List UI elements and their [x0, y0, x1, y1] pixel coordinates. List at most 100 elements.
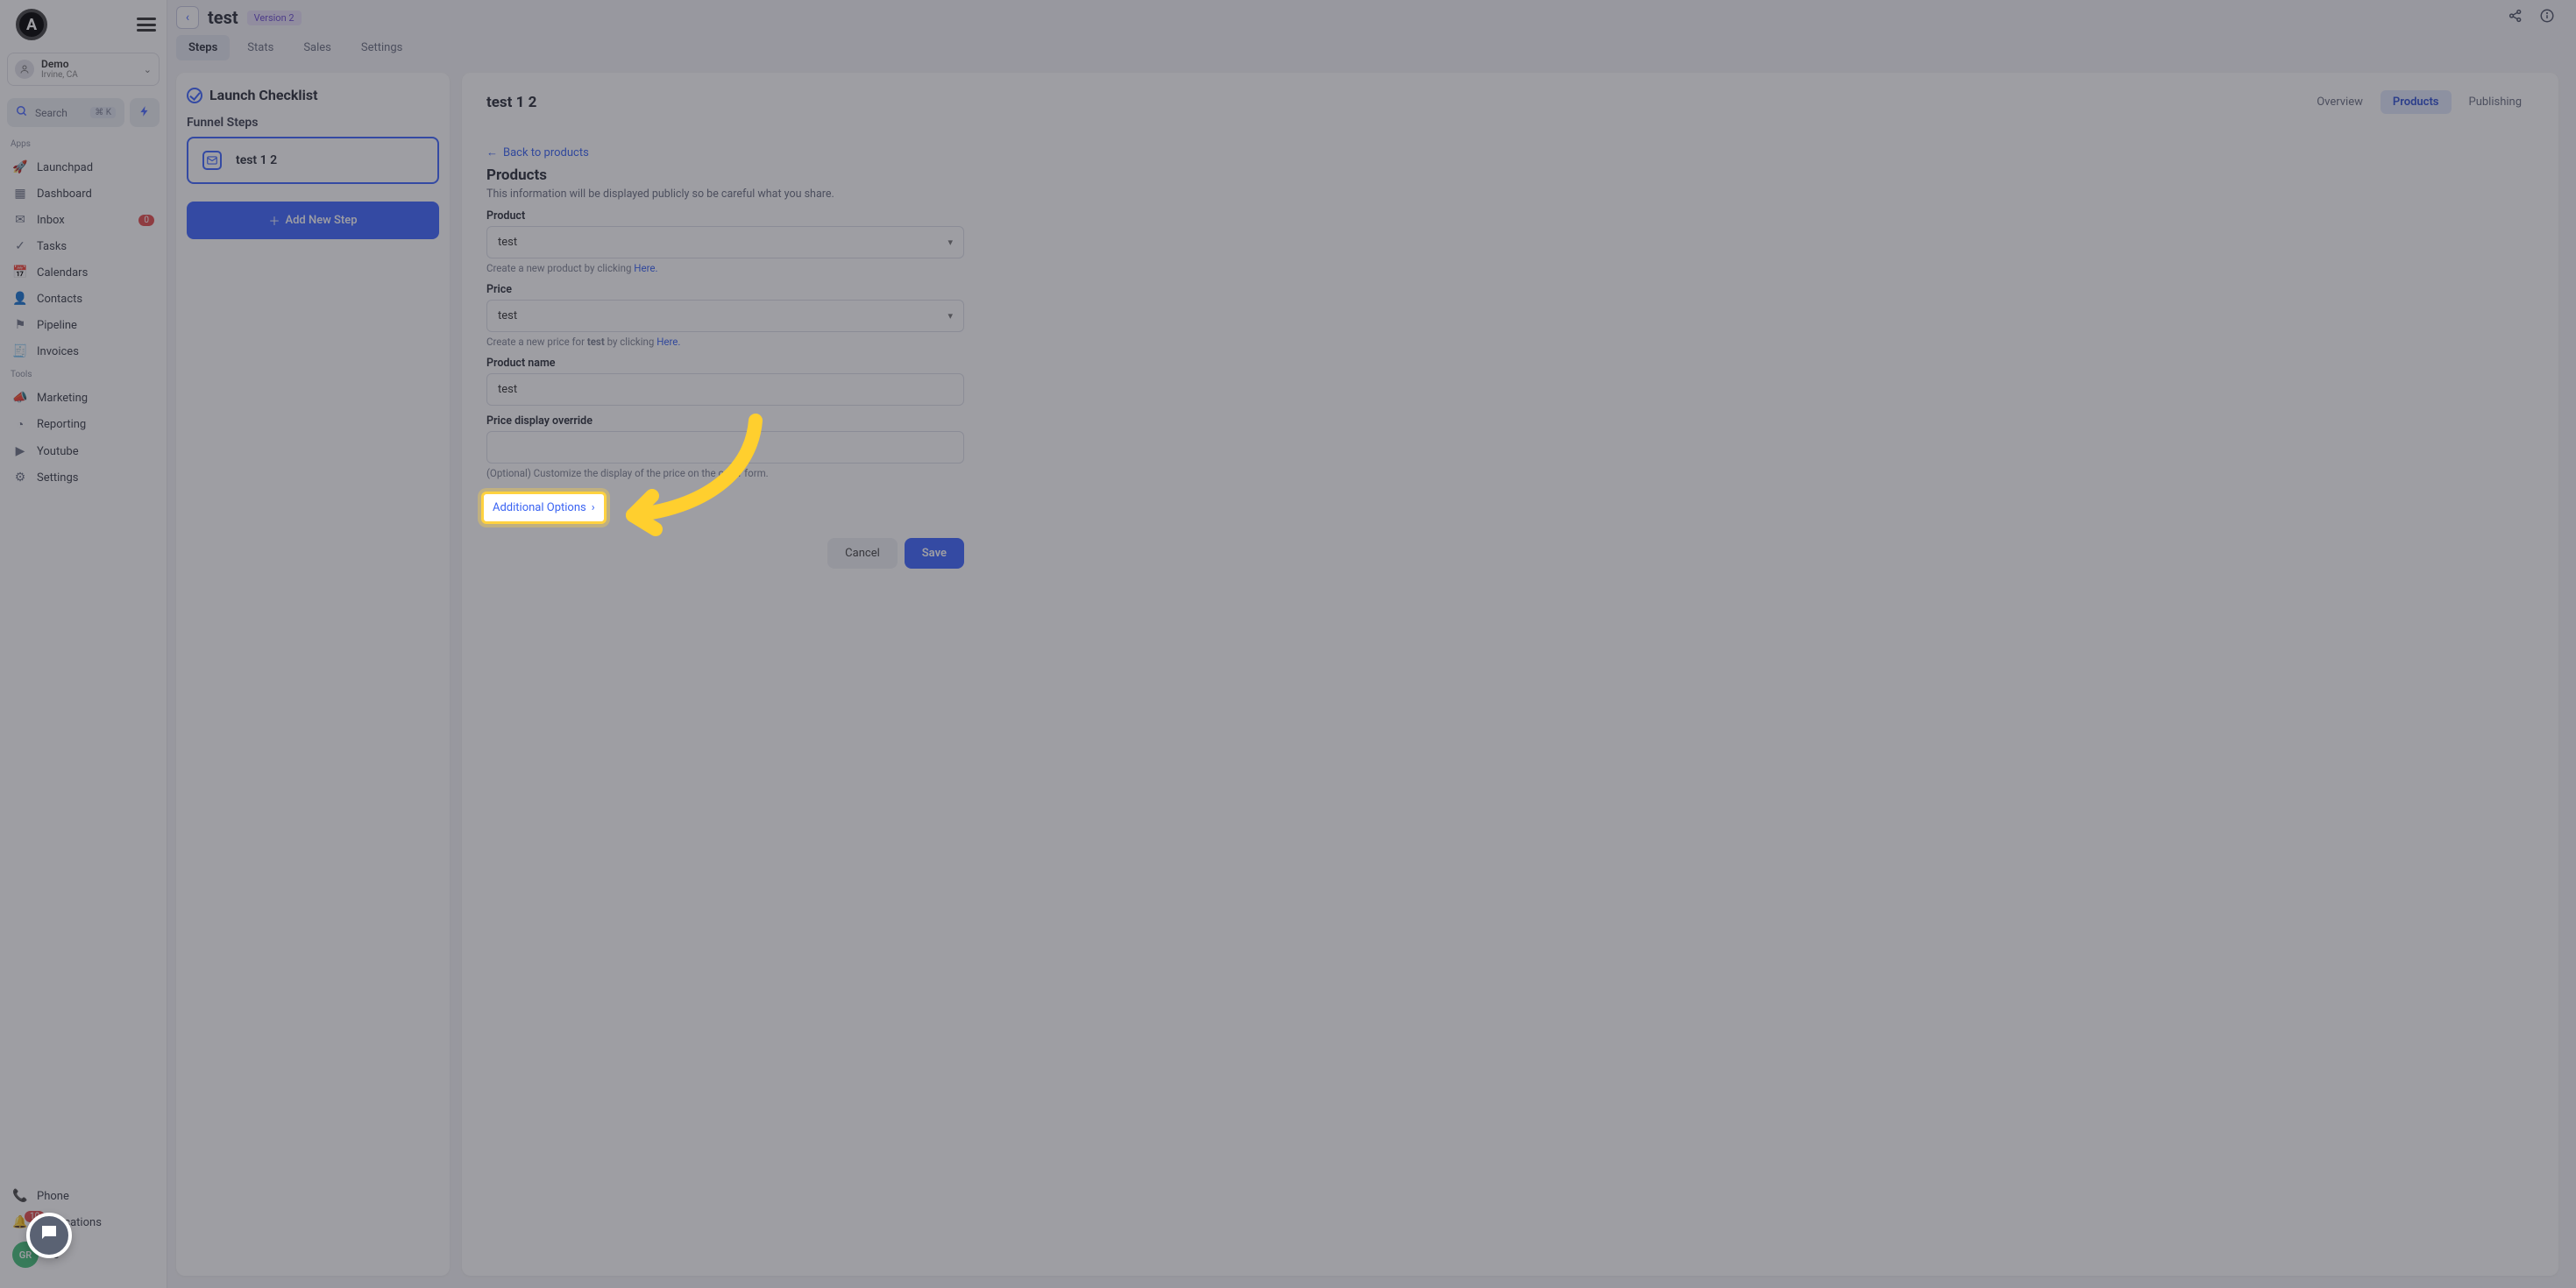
nav-inbox[interactable]: ✉Inbox0: [0, 207, 167, 233]
workspace-switcher[interactable]: Demo Irvine, CA ⌄: [7, 53, 160, 86]
chat-icon: [39, 1222, 60, 1249]
tasks-icon: ✓: [12, 239, 28, 253]
annotation-arrow-icon: [598, 412, 782, 543]
steps-panel: Launch Checklist Funnel Steps test 1 2 ＋…: [176, 73, 450, 1276]
main: ‹ test Version 2 Steps Stats Sales Setti…: [167, 0, 2576, 1288]
workspace-name: Demo: [41, 59, 137, 70]
back-link-label: Back to products: [503, 146, 589, 159]
chevron-right-icon: ›: [592, 501, 595, 514]
product-help: Create a new product by clicking Here.: [486, 262, 2534, 274]
version-chip: Version 2: [247, 11, 302, 25]
nav-invoices[interactable]: 🧾Invoices: [0, 338, 167, 364]
nav-contacts[interactable]: 👤 Contacts: [0, 286, 167, 312]
nav-label: Youtube: [37, 445, 79, 458]
mail-icon: [202, 151, 222, 170]
youtube-icon: ▶: [12, 444, 28, 458]
search-button[interactable]: Search ⌘ K: [7, 98, 124, 127]
funnel-steps-label: Funnel Steps: [187, 116, 439, 130]
topbar: ‹ test Version 2: [167, 0, 2576, 35]
inbox-icon: ✉: [12, 213, 28, 227]
arrow-left-icon: ←: [486, 145, 498, 159]
nav-profile[interactable]: GR ile: [0, 1235, 167, 1274]
price-value: test: [498, 309, 517, 322]
tab-overview[interactable]: Overview: [2304, 90, 2375, 114]
nav-phone[interactable]: 📞 Phone: [0, 1183, 167, 1209]
product-label: Product: [486, 209, 2534, 223]
add-step-button[interactable]: ＋ Add New Step: [187, 202, 439, 239]
info-button[interactable]: [2536, 4, 2558, 32]
nav-marketing[interactable]: 📣Marketing: [0, 385, 167, 411]
nav-tasks[interactable]: ✓ Tasks: [0, 233, 167, 259]
nav-calendars[interactable]: 📅Calendars: [0, 259, 167, 286]
additional-options-label: Additional Options: [493, 501, 586, 514]
products-desc: This information will be displayed publi…: [486, 188, 2534, 201]
price-select[interactable]: test ▾: [486, 300, 964, 332]
funnel-step-name: test 1 2: [236, 153, 277, 167]
nav-label: Contacts: [37, 293, 82, 306]
inbox-badge: 0: [138, 215, 154, 226]
nav-apps: 🚀Launchpad ▦Dashboard ✉Inbox0 ✓ Tasks 📅Ca…: [0, 152, 167, 366]
nav-pipeline[interactable]: ⚑Pipeline: [0, 312, 167, 338]
tab-products[interactable]: Products: [2381, 90, 2452, 114]
chart-icon: ◔: [12, 417, 28, 432]
nav-launchpad[interactable]: 🚀Launchpad: [0, 154, 167, 180]
nav-label: Tasks: [37, 240, 67, 253]
tab-stats[interactable]: Stats: [235, 35, 286, 60]
chat-widget[interactable]: [26, 1213, 72, 1258]
nav-reporting[interactable]: ◔ Reporting: [0, 411, 167, 438]
app-logo: A: [16, 9, 47, 40]
create-product-link[interactable]: Here.: [634, 262, 657, 274]
detail-panel: test 1 2 Overview Products Publishing ← …: [462, 73, 2558, 1276]
price-label: Price: [486, 283, 2534, 296]
search-label: Search: [35, 107, 83, 119]
quick-actions-button[interactable]: [130, 98, 160, 127]
price-help: Create a new price for test by clicking …: [486, 336, 2534, 348]
tab-steps[interactable]: Steps: [176, 35, 230, 60]
back-button[interactable]: ‹: [176, 6, 199, 29]
share-button[interactable]: [2504, 4, 2527, 32]
search-icon: [16, 104, 28, 121]
sidebar-footer: 📞 Phone 🔔Notifications10 GR ile: [0, 1179, 167, 1288]
price-override-help: (Optional) Customize the display of the …: [486, 467, 2534, 479]
nav-notifications[interactable]: 🔔Notifications10: [0, 1209, 167, 1235]
workspace-location: Irvine, CA: [41, 70, 137, 80]
save-button[interactable]: Save: [905, 538, 964, 569]
check-circle-icon: [187, 88, 202, 103]
cancel-button[interactable]: Cancel: [827, 538, 898, 569]
nav-label: Phone: [37, 1190, 69, 1203]
caret-down-icon: ▾: [947, 310, 953, 322]
add-step-label: Add New Step: [285, 214, 357, 227]
create-price-link[interactable]: Here.: [656, 336, 680, 348]
section-label-tools: Tools: [0, 366, 167, 383]
phone-icon: 📞: [12, 1189, 28, 1203]
megaphone-icon: 📣: [12, 391, 28, 405]
pipeline-icon: ⚑: [12, 318, 28, 332]
product-value: test: [498, 236, 517, 249]
nav-settings[interactable]: ⚙Settings: [0, 464, 167, 491]
rocket-icon: 🚀: [12, 160, 28, 174]
detail-title: test 1 2: [486, 94, 536, 111]
back-to-products-link[interactable]: ← Back to products: [486, 145, 589, 159]
price-override-label: Price display override: [486, 414, 2534, 428]
section-label-apps: Apps: [0, 136, 167, 152]
nav-label: Reporting: [37, 418, 86, 431]
tab-publishing[interactable]: Publishing: [2457, 90, 2535, 114]
detail-tabs: Overview Products Publishing: [2304, 90, 2534, 114]
chevron-down-icon: ⌄: [144, 64, 152, 75]
nav-dashboard[interactable]: ▦Dashboard: [0, 180, 167, 207]
product-name-input[interactable]: [486, 373, 964, 406]
dashboard-icon: ▦: [12, 187, 28, 201]
share-icon: [2508, 10, 2523, 28]
tab-sales[interactable]: Sales: [291, 35, 344, 60]
checklist-title: Launch Checklist: [209, 87, 317, 103]
caret-down-icon: ▾: [947, 237, 953, 248]
bolt-icon: [138, 104, 151, 121]
product-select[interactable]: test ▾: [486, 226, 964, 258]
nav-tools: 📣Marketing ◔ Reporting ▶ Youtube ⚙Settings: [0, 383, 167, 492]
menu-toggle-icon[interactable]: [137, 18, 156, 32]
tab-settings[interactable]: Settings: [349, 35, 415, 60]
funnel-step-card[interactable]: test 1 2: [187, 137, 439, 184]
contacts-icon: 👤: [12, 292, 28, 306]
nav-youtube[interactable]: ▶ Youtube: [0, 438, 167, 464]
sidebar: A Demo Irvine, CA ⌄ Search ⌘ K: [0, 0, 167, 1288]
